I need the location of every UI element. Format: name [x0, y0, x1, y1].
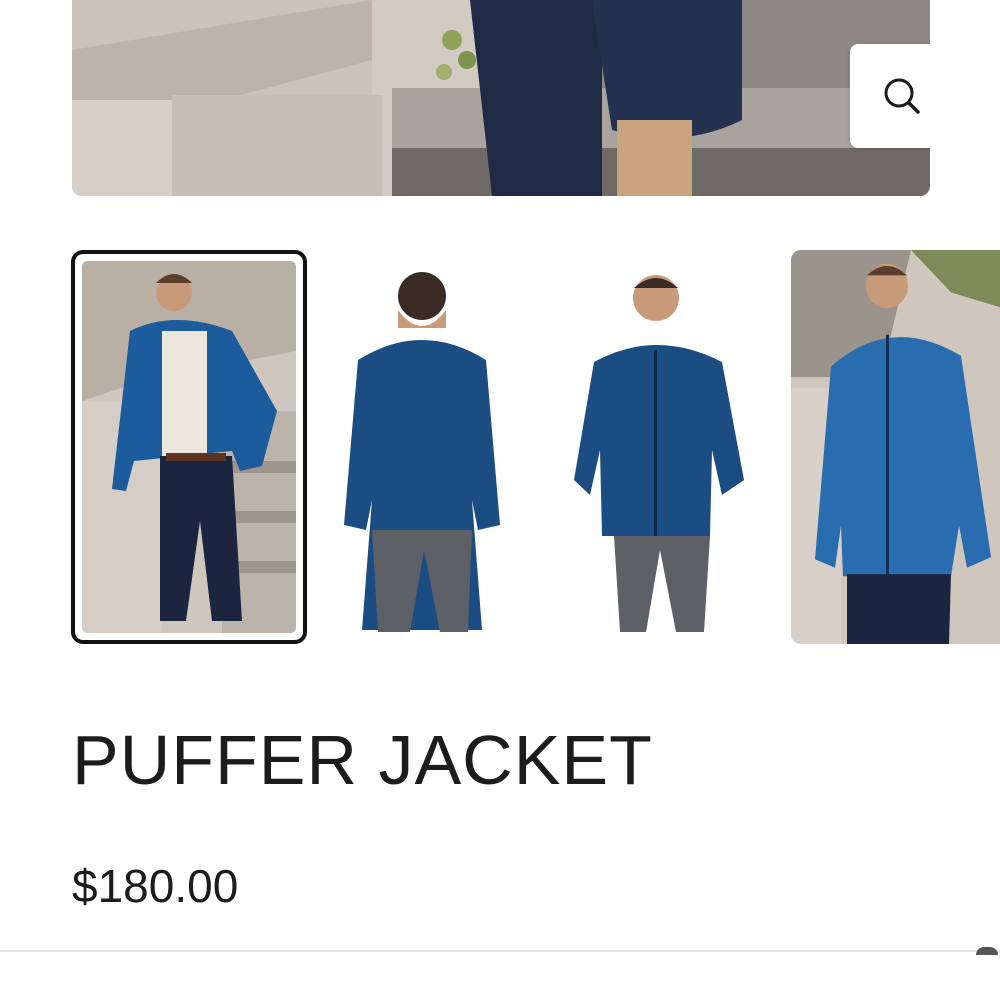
thumbnail-3[interactable]: [572, 250, 750, 644]
main-product-image[interactable]: [72, 0, 930, 196]
thumbnail-2[interactable]: [332, 250, 512, 644]
product-title: PUFFER JACKET: [72, 721, 653, 799]
thumbnail-strip: [0, 250, 1000, 645]
thumbnail-4-photo: [791, 250, 1000, 644]
zoom-button[interactable]: [850, 44, 930, 148]
thumbnail-4[interactable]: [791, 250, 1000, 644]
thumbnail-1-photo: [82, 261, 296, 633]
magnifier-icon: [884, 78, 920, 114]
main-image-photo: [72, 0, 930, 196]
thumbnail-2-photo: [332, 250, 512, 644]
thumbnail-3-photo: [572, 250, 750, 644]
product-price: $180.00: [72, 860, 239, 912]
scroll-indicator: [976, 947, 998, 955]
thumbnail-1[interactable]: [71, 250, 307, 644]
divider: [0, 950, 1000, 952]
